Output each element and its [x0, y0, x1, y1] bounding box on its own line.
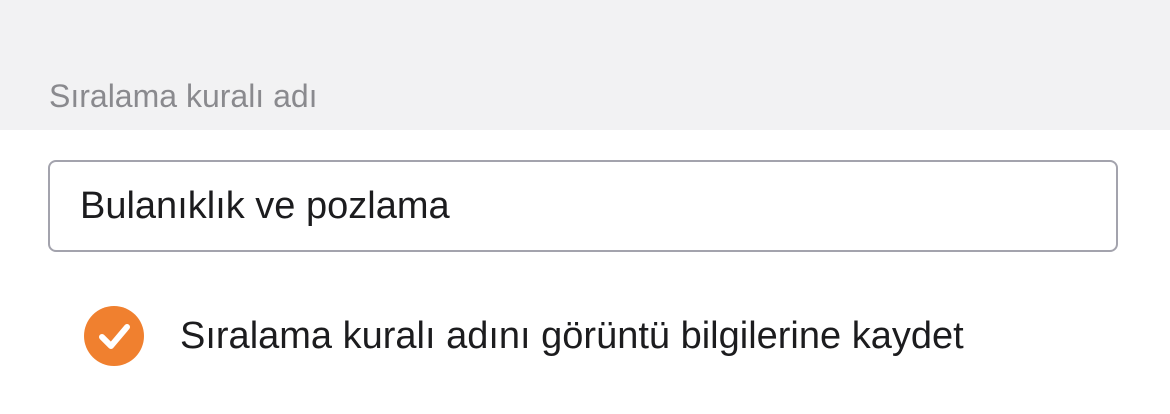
save-to-metadata-option[interactable]: Sıralama kuralı adını görüntü bilgilerin… [84, 305, 964, 367]
save-checkbox[interactable] [84, 306, 144, 366]
section-label: Sıralama kuralı adı [49, 78, 318, 114]
rule-name-input[interactable] [48, 160, 1118, 252]
save-option-label: Sıralama kuralı adını görüntü bilgilerin… [180, 315, 964, 357]
form-content: Sıralama kuralı adını görüntü bilgilerin… [0, 130, 1170, 414]
checkmark-icon [99, 324, 130, 349]
section-header: Sıralama kuralı adı [0, 0, 1170, 130]
